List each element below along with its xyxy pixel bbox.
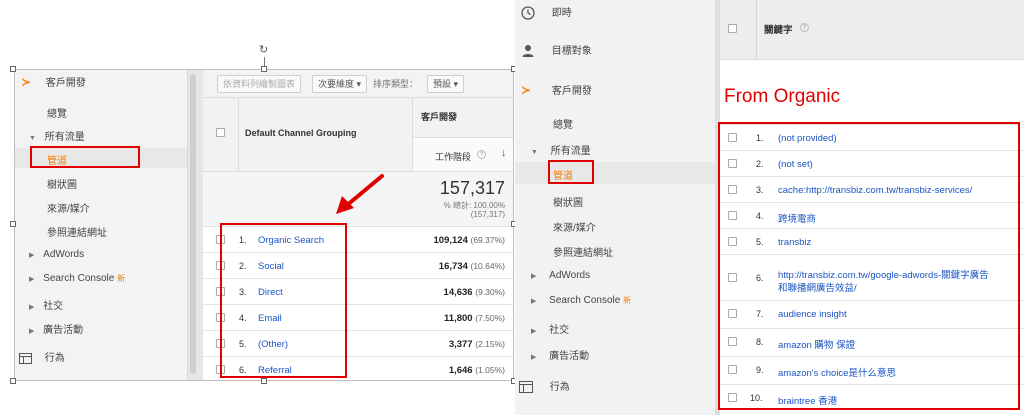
nav-channels[interactable]: 管道 [515,162,715,184]
nav-search-console[interactable]: ▶ Search Console 新 [515,295,715,306]
caret-right-icon: ▶ [531,298,537,305]
new-badge: 新 [117,274,126,283]
header-sessions-label: 工作階段 [435,152,472,162]
keyword-table-header: 關鍵字 ? [720,0,1024,60]
rotate-icon[interactable]: ↻ [259,45,268,56]
caret-right-icon: ▶ [29,328,35,335]
caret-right-icon: ▶ [29,276,35,283]
help-icon[interactable]: ? [800,23,809,32]
header-checkbox-cell [203,98,239,172]
header-channel-cell[interactable]: Default Channel Grouping [239,98,413,172]
highlight-channels-left [30,146,140,168]
header-sessions-cell[interactable]: 工作階段 ? ↓ [413,138,513,172]
header-channel-label: Default Channel Grouping [245,128,357,138]
red-arrow-annotation [336,174,384,214]
nav-behavior[interactable]: 行為 [19,349,191,364]
nav-campaigns[interactable]: ▶ 廣告活動 [29,321,201,336]
left-scrollbar-thumb[interactable] [190,74,196,374]
nav-behavior[interactable]: 行為 [515,378,715,394]
behavior-icon [519,381,533,394]
header-acq-label: 客戶開發 [421,112,458,122]
left-screenshot: ≻ 客戶開發 總覽 ▼ 所有流量 管道 樹狀圖 來源/媒介 參照連結網址 ▶ A… [14,69,514,381]
nav-all-traffic[interactable]: ▼ 所有流量 [515,142,715,157]
nav-campaigns[interactable]: ▶ 廣告活動 [515,347,715,362]
sort-desc-arrow-icon[interactable]: ↓ [501,147,507,159]
nav-overview[interactable]: 總覽 [515,116,715,131]
total-sessions-value: 157,317 [439,178,505,198]
caret-down-icon: ▼ [531,149,538,156]
caret-right-icon: ▶ [531,354,537,361]
acquisition-icon: ≻ [21,75,32,89]
new-badge: 新 [623,296,632,305]
nav-social[interactable]: ▶ 社交 [515,321,715,336]
nav-search-console[interactable]: ▶ Search Console 新 [29,273,201,284]
resize-handle-n[interactable] [261,66,267,72]
header-divider [756,0,757,60]
nav-audience[interactable]: 目標對象 [515,42,715,58]
plot-rows-button[interactable]: 依資料列繪製圖表 [217,75,302,93]
report-toolbar: 依資料列繪製圖表 次要維度 ▾ 排序類型： 預設 ▾ [203,70,513,98]
caret-right-icon: ▶ [531,328,537,335]
nav-all-traffic[interactable]: ▼ 所有流量 [29,128,201,143]
acquisition-icon: ≻ [521,83,532,97]
caret-right-icon: ▶ [531,273,537,280]
sort-default-dropdown[interactable]: 預設 ▾ [427,75,465,93]
highlight-channel-list [220,223,347,378]
highlight-channels-right [548,160,594,184]
caret-right-icon: ▶ [29,304,35,311]
left-sidebar: ≻ 客戶開發 總覽 ▼ 所有流量 管道 樹狀圖 來源/媒介 參照連結網址 ▶ A… [15,70,187,380]
select-all-checkbox[interactable] [216,128,225,137]
behavior-icon [19,352,32,364]
sort-type-label: 排序類型： [373,79,419,89]
resize-handle-nw[interactable] [10,66,16,72]
nav-adwords[interactable]: ▶ AdWords [29,249,201,260]
nav-realtime[interactable]: 即時 [515,4,715,21]
resize-handle-s[interactable] [261,378,267,384]
total-paren: (157,317) [470,210,505,219]
header-acq-cell: 客戶開發 [413,98,513,138]
caret-down-icon: ▼ [29,135,36,142]
person-icon [522,45,534,58]
nav-referrals[interactable]: 參照連結網址 [515,244,715,259]
highlight-keyword-list [718,122,1020,410]
header-keyword-label[interactable]: 關鍵字 [764,22,793,36]
nav-social[interactable]: ▶ 社交 [29,297,201,312]
resize-handle-sw[interactable] [10,378,16,384]
nav-acquisition[interactable]: ≻ 客戶開發 [515,82,715,97]
nav-treemaps[interactable]: 樹狀圖 [515,194,715,209]
select-all-checkbox[interactable] [728,24,737,33]
help-icon[interactable]: ? [477,150,486,159]
resize-handle-w[interactable] [10,221,16,227]
from-organic-annotation: From Organic [724,86,841,107]
nav-source-medium[interactable]: 來源/媒介 [515,219,715,234]
nav-acquisition[interactable]: ≻ 客戶開發 [21,74,193,89]
clock-icon [521,6,535,21]
caret-right-icon: ▶ [29,252,35,259]
nav-adwords[interactable]: ▶ AdWords [515,270,715,281]
secondary-dimension-dropdown[interactable]: 次要維度 ▾ [312,75,368,93]
